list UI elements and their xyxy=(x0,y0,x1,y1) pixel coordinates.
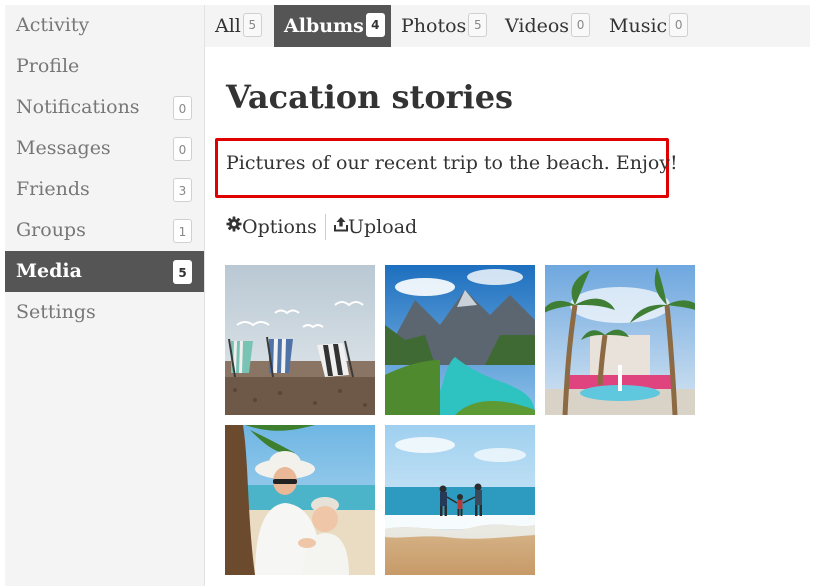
photo-thumbnail-family-surf[interactable] xyxy=(385,425,535,575)
tab-count-badge: 4 xyxy=(365,13,385,37)
sidebar-item-label: Activity xyxy=(16,14,90,36)
sidebar-item-friends[interactable]: Friends 3 xyxy=(5,169,204,210)
tab-label: Videos xyxy=(505,15,570,37)
photo-thumbnail-palm-fountain[interactable] xyxy=(545,265,695,415)
photo-thumbnail-beach-chairs[interactable] xyxy=(225,265,375,415)
tab-count-badge: 5 xyxy=(242,13,262,37)
sidebar-item-label: Settings xyxy=(16,301,96,323)
sidebar-item-groups[interactable]: Groups 1 xyxy=(5,210,204,251)
media-tabs: All 5 Albums 4 Photos 5 Videos 0 Music 0 xyxy=(205,5,810,47)
notifications-count-badge: 0 xyxy=(173,96,192,120)
tab-count-badge: 5 xyxy=(468,13,488,37)
sidebar-item-notifications[interactable]: Notifications 0 xyxy=(5,87,204,128)
actions-divider xyxy=(325,214,326,240)
sidebar-item-label: Friends xyxy=(16,178,90,200)
upload-button[interactable]: Upload xyxy=(334,212,417,242)
upload-label: Upload xyxy=(348,216,418,238)
sidebar-item-label: Messages xyxy=(16,137,111,159)
family-surf-image xyxy=(385,425,535,575)
sidebar-item-messages[interactable]: Messages 0 xyxy=(5,128,204,169)
tab-all[interactable]: All 5 xyxy=(205,5,269,47)
friends-count-badge: 3 xyxy=(173,178,192,202)
sidebar-item-activity[interactable]: Activity xyxy=(5,5,204,46)
sidebar-item-media[interactable]: Media 5 xyxy=(5,251,204,292)
options-button[interactable]: Options xyxy=(226,212,317,242)
beach-chairs-image xyxy=(225,265,375,415)
tab-count-badge: 0 xyxy=(669,13,689,37)
album-description: Pictures of our recent trip to the beach… xyxy=(226,152,678,174)
tab-label: Photos xyxy=(401,15,467,37)
palm-fountain-image xyxy=(545,265,695,415)
tab-label: Music xyxy=(609,15,668,37)
photo-thumbnail-mother-baby[interactable] xyxy=(225,425,375,575)
tab-label: Albums xyxy=(284,15,364,37)
tab-music[interactable]: Music 0 xyxy=(599,5,699,47)
sidebar-item-profile[interactable]: Profile xyxy=(5,46,204,87)
sidebar: Activity Profile Notifications 0 Message… xyxy=(5,5,205,586)
album-title: Vacation stories xyxy=(226,78,514,116)
tab-count-badge: 0 xyxy=(571,13,591,37)
mother-baby-image xyxy=(225,425,375,575)
sidebar-item-settings[interactable]: Settings xyxy=(5,292,204,333)
sidebar-item-label: Media xyxy=(16,260,82,282)
options-label: Options xyxy=(242,216,317,238)
groups-count-badge: 1 xyxy=(173,219,192,243)
photo-thumbnail-river-mountains[interactable] xyxy=(385,265,535,415)
media-count-badge: 5 xyxy=(173,260,192,284)
tab-videos[interactable]: Videos 0 xyxy=(495,5,599,47)
sidebar-item-label: Notifications xyxy=(16,96,140,118)
upload-icon xyxy=(334,211,348,241)
river-mountains-image xyxy=(385,265,535,415)
messages-count-badge: 0 xyxy=(173,137,192,161)
tab-albums[interactable]: Albums 4 xyxy=(274,5,391,47)
sidebar-item-label: Groups xyxy=(16,219,86,241)
sidebar-item-label: Profile xyxy=(16,55,80,77)
tab-photos[interactable]: Photos 5 xyxy=(391,5,495,47)
tab-label: All xyxy=(215,15,241,37)
gear-icon xyxy=(226,211,242,241)
